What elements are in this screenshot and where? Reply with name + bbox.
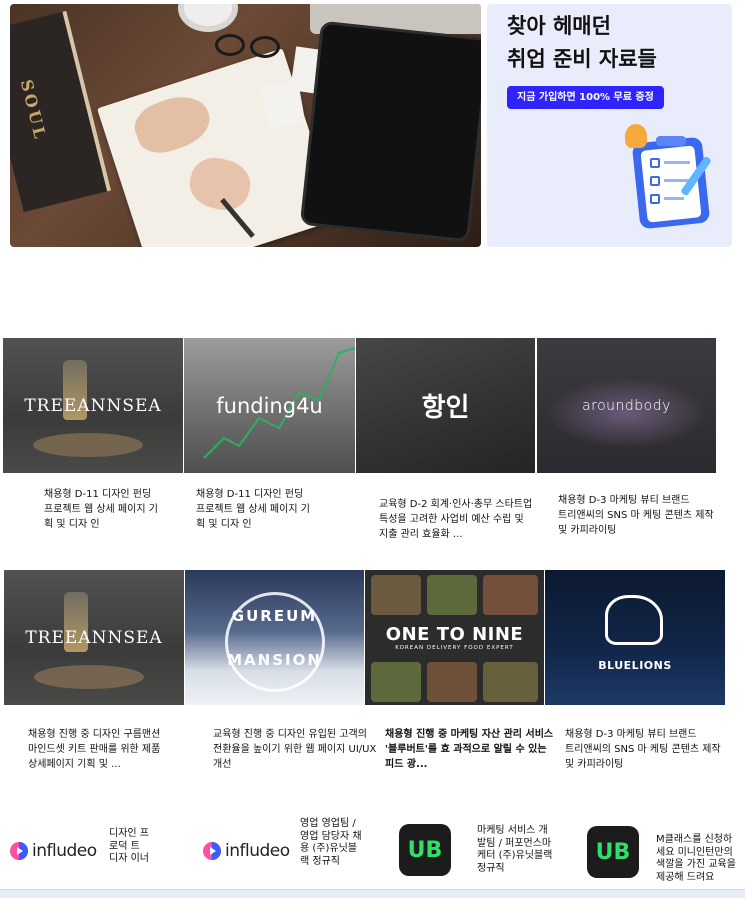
brand-line2: MANSION bbox=[227, 650, 322, 669]
card-thumb-funding4u[interactable]: funding4u bbox=[184, 338, 355, 473]
card-title[interactable]: 채용형 D-11 디자인 펀딩 프로젝트 웹 상세 페이지 기 획 및 디자 인 bbox=[44, 487, 159, 532]
card-title[interactable]: 채용형 D-11 디자인 펀딩 프로젝트 웹 상세 페이지 기 획 및 디자 인 bbox=[196, 487, 314, 532]
card-title[interactable]: 채용형 진행 중 디자인 구름맨션 마인드셋 키트 판매를 위한 제품 상세페이… bbox=[28, 727, 198, 772]
job-listing-text[interactable]: 영업 영업팀 / 영업 담당자 채용 (주)유닛블랙 정규직 bbox=[300, 818, 365, 868]
job-listing-text[interactable]: 마케팅 서비스 개발팀 / 퍼포먼스마케터 (주)유닛블랙 정규직 bbox=[477, 825, 555, 875]
unitblack-logo[interactable]: UB bbox=[587, 826, 639, 878]
card-thumb-treeannsea-2[interactable]: TREEANNSEA bbox=[4, 570, 184, 705]
brand-logo-hangin: 항인 bbox=[421, 393, 470, 423]
infludeo-logo[interactable]: infludeo bbox=[202, 841, 290, 861]
brand-logo-bluelions: BLUELIONS bbox=[598, 658, 672, 672]
card-title[interactable]: 채용형 D-3 마케팅 뷰티 브랜드 트리앤씨의 SNS 마 케팅 콘텐츠 제작… bbox=[565, 727, 729, 772]
infludeo-wordmark: infludeo bbox=[32, 841, 97, 861]
promo-title: 찾아 헤매던 취업 준비 자료들 bbox=[507, 10, 657, 76]
card-thumb-bluelions[interactable]: BLUELIONS bbox=[545, 570, 725, 705]
card-title[interactable]: 채용형 진행 중 마케팅 자산 관리 서비스 '블루버트'를 효 과적으로 알릴… bbox=[385, 727, 555, 772]
infludeo-mark-icon bbox=[10, 842, 28, 860]
horizontal-scrollbar[interactable] bbox=[0, 889, 745, 898]
brand-sub: KOREAN DELIVERY FOOD EXPERT bbox=[395, 645, 514, 651]
promo-title-line2: 취업 준비 자료들 bbox=[507, 47, 657, 71]
unitblack-logo[interactable]: UB bbox=[399, 824, 451, 876]
card-thumb-onetonine[interactable]: ONE TO NINE KOREAN DELIVERY FOOD EXPERT bbox=[365, 570, 544, 705]
card-thumb-aroundbody[interactable]: aroundbody bbox=[537, 338, 716, 473]
promo-title-line1: 찾아 헤매던 bbox=[507, 14, 611, 38]
brand-logo-funding4u: funding4u bbox=[216, 393, 323, 418]
infludeo-wordmark: infludeo bbox=[225, 841, 290, 861]
card-title[interactable]: 교육형 D-2 회계·인사·총무 스타트업 특성을 고려한 사업비 예산 수립 … bbox=[379, 497, 545, 542]
infludeo-logo[interactable]: infludeo bbox=[9, 841, 97, 861]
card-thumb-gureum-mansion[interactable]: GUREUM MANSION bbox=[185, 570, 364, 705]
card-thumb-treeannsea[interactable]: TREEANNSEA bbox=[3, 338, 183, 473]
brand-logo-treeannsea: TREEANNSEA bbox=[24, 395, 162, 416]
job-listing-text[interactable]: 디자인 프로덕 트 디자 이너 bbox=[109, 828, 149, 866]
card-thumb-hangin[interactable]: 항인 bbox=[356, 338, 535, 473]
card-title[interactable]: 채용형 D-3 마케팅 뷰티 브랜드 트리앤씨의 SNS 마 케팅 콘텐츠 제작… bbox=[558, 493, 722, 538]
desk-photo-banner[interactable]: SOUL bbox=[10, 4, 481, 247]
brand-logo-aroundbody: aroundbody bbox=[582, 397, 671, 414]
brand-logo-gureum-mansion: GUREUM MANSION bbox=[227, 594, 322, 682]
bell-icon bbox=[625, 124, 647, 148]
signup-badge[interactable]: 지금 가입하면 100% 무료 증정 bbox=[507, 86, 664, 109]
job-listing-text[interactable]: M클래스를 신청하세요 미니인턴만의 색깔을 가진 교육을 제공해 드려요 bbox=[656, 834, 740, 884]
infludeo-mark-icon bbox=[203, 842, 221, 860]
card-title[interactable]: 교육형 진행 중 디자인 유입된 고객의 전환율을 높이기 위한 웹 페이지 U… bbox=[213, 727, 378, 772]
promo-banner[interactable]: 찾아 헤매던 취업 준비 자료들 지금 가입하면 100% 무료 증정 bbox=[487, 4, 732, 247]
brand-line1: GUREUM bbox=[231, 606, 318, 625]
brand-logo-onetonine: ONE TO NINE KOREAN DELIVERY FOOD EXPERT bbox=[386, 624, 523, 651]
brand-main: ONE TO NINE bbox=[385, 624, 524, 645]
brand-logo-treeannsea: TREEANNSEA bbox=[25, 627, 163, 648]
